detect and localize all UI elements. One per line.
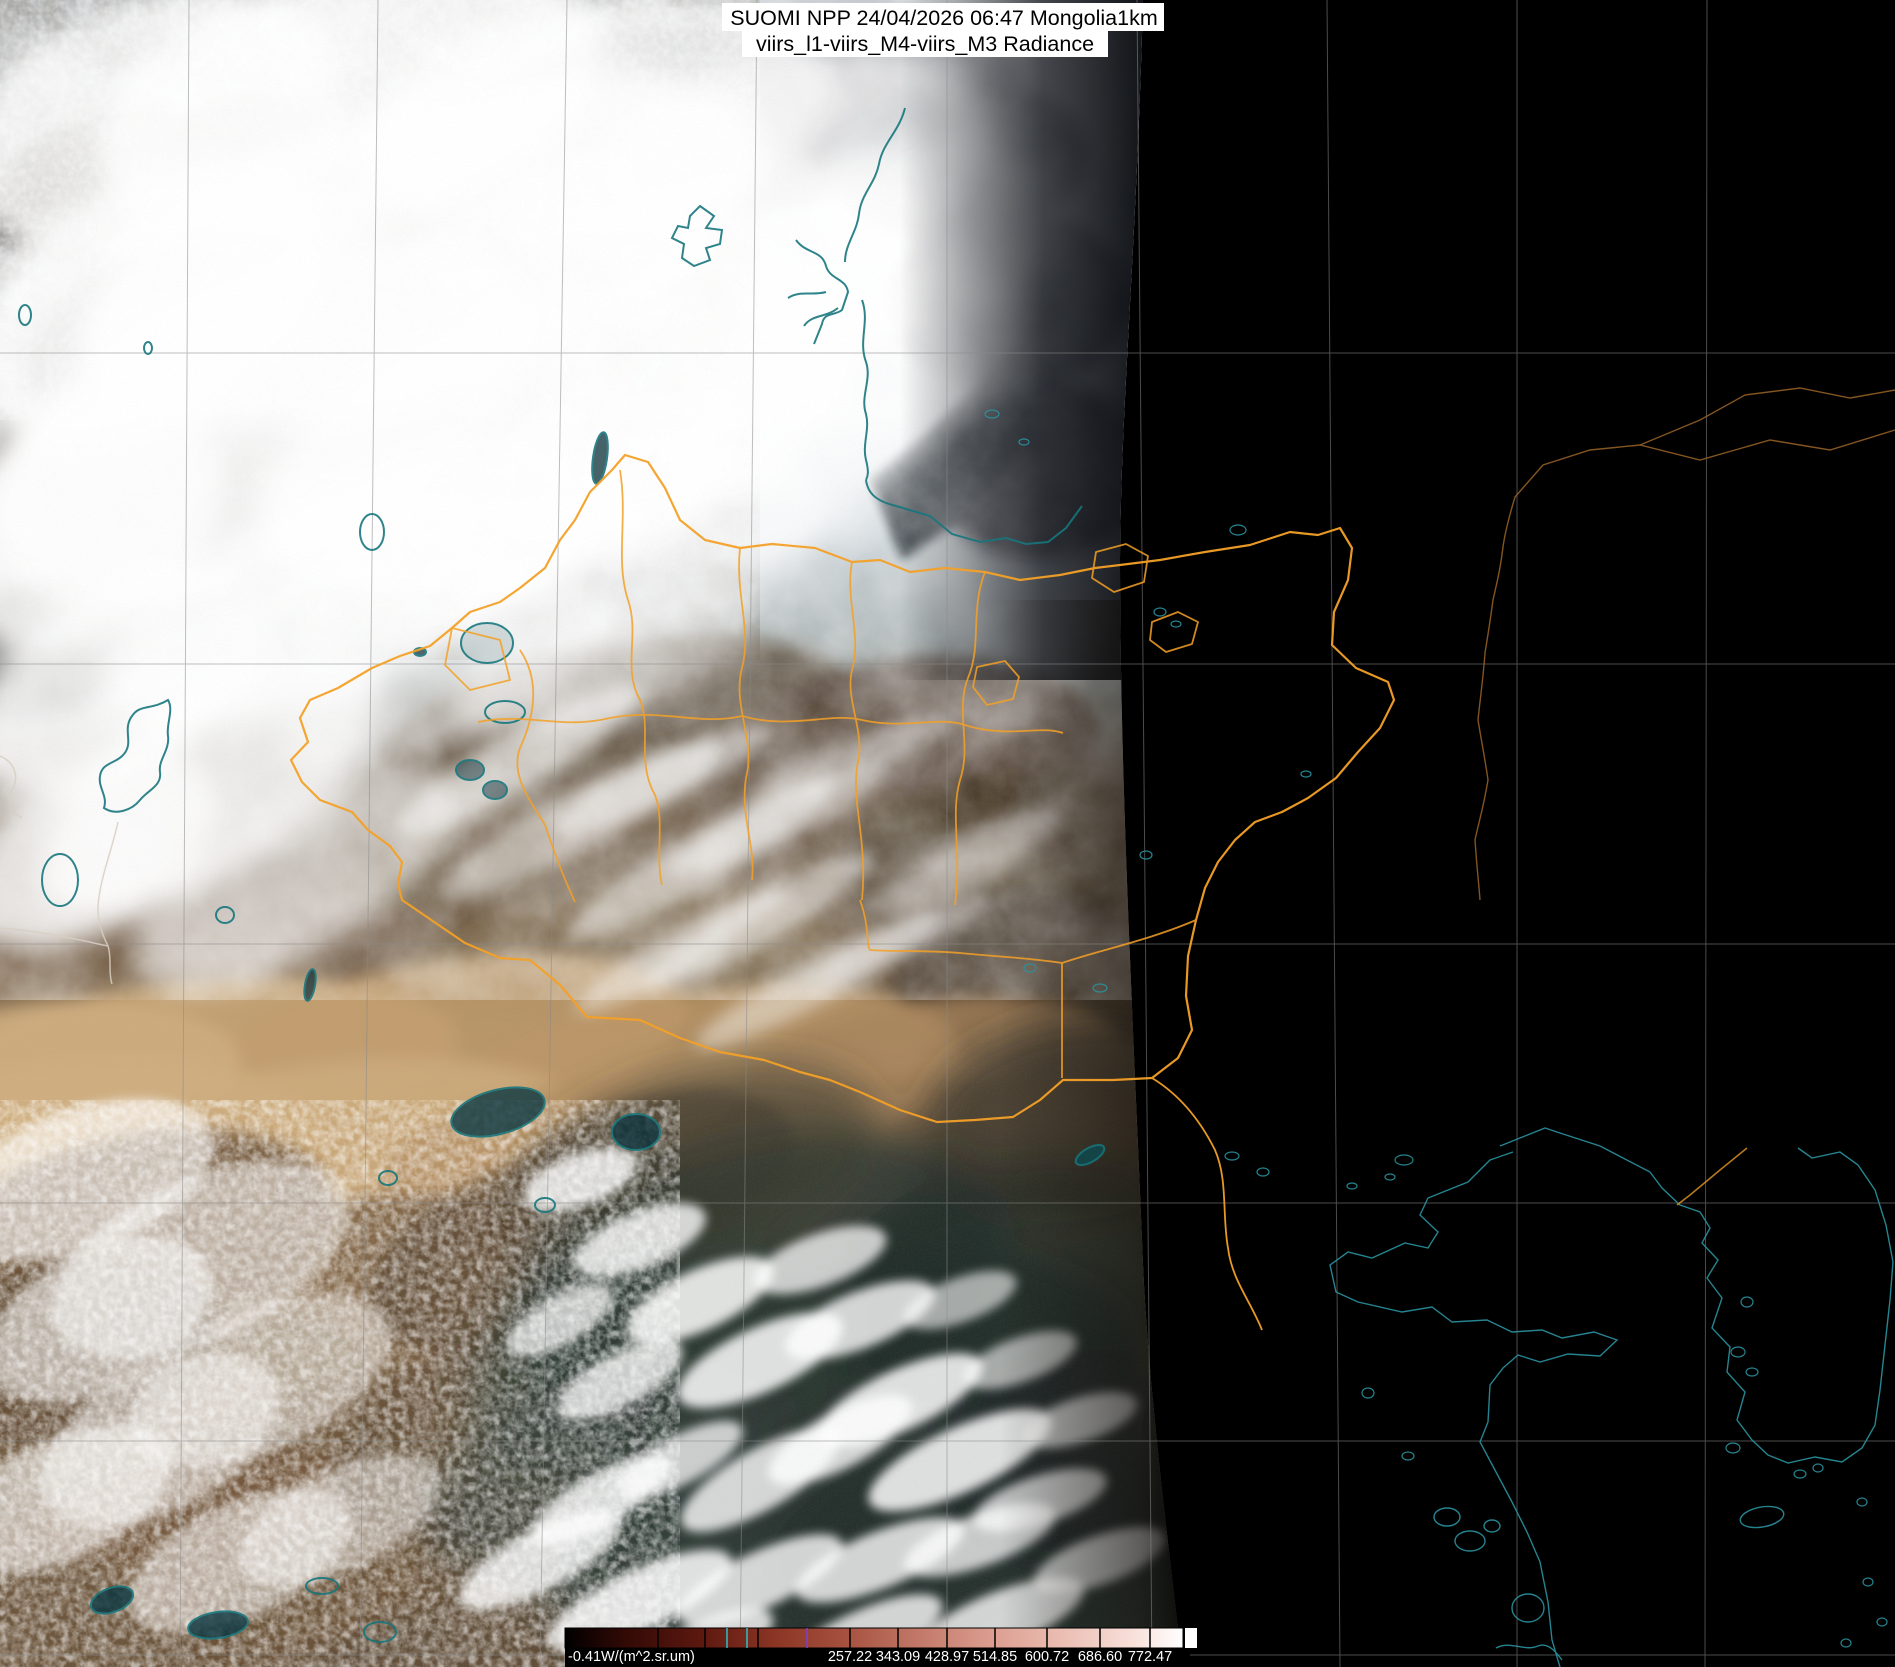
- lake: [456, 760, 484, 780]
- colorbar-tick-label: 514.85: [973, 1649, 1017, 1665]
- lake-boon-tsagaan: [612, 1114, 660, 1150]
- colorbar-tick-label: 428.97: [925, 1649, 969, 1665]
- lake-uvs: [461, 623, 513, 663]
- day-region: [0, 0, 1260, 1667]
- title-line2: viirs_l1-viirs_M4-viirs_M3 Radiance: [756, 32, 1094, 56]
- colorbar-end-cap: [1185, 1628, 1197, 1648]
- lake: [483, 781, 507, 799]
- colorbar-unit-label: -0.41W/(m^2.sr.um): [568, 1649, 695, 1665]
- title-annotation: SUOMI NPP 24/04/2026 06:47 Mongolia1km v…: [722, 3, 1164, 57]
- colorbar-tick-label: 343.09: [876, 1649, 920, 1665]
- colorbar-tick-label: 686.60: [1078, 1649, 1122, 1665]
- satellite-viewer-screenshot: SUOMI NPP 24/04/2026 06:47 Mongolia1km v…: [0, 0, 1895, 1667]
- colorbar-tick-label: 257.22: [828, 1649, 872, 1665]
- satellite-image: SUOMI NPP 24/04/2026 06:47 Mongolia1km v…: [0, 0, 1895, 1667]
- title-line1: SUOMI NPP 24/04/2026 06:47 Mongolia1km: [730, 6, 1157, 30]
- colorbar-tick-label: 772.47: [1128, 1649, 1172, 1665]
- colorbar-tick-label: 600.72: [1025, 1649, 1069, 1665]
- colorbar: -0.41W/(m^2.sr.um) 257.22 343.09 428.97 …: [565, 1628, 1197, 1667]
- colorbar-tick-labels: 257.22 343.09 428.97 514.85 600.72 686.6…: [828, 1649, 1172, 1665]
